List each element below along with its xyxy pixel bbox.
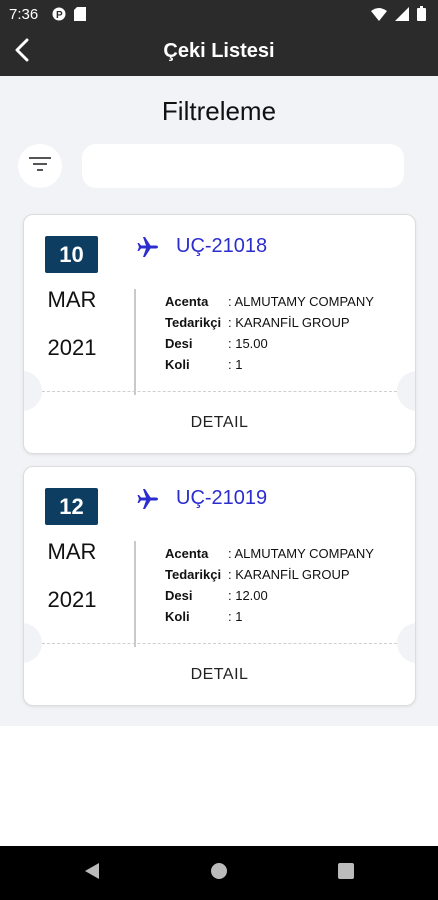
filter-title: Filtreleme [161, 96, 277, 126]
info-value: : 1 [228, 609, 243, 624]
page-title: Çeki Listesi [163, 40, 275, 62]
list-item: 12 MAR 2021 UÇ-21019 Acenta : ALMUTAMY C… [23, 466, 416, 706]
info-value: : KARANFİL GROUP [228, 567, 350, 582]
info-table: Acenta : ALMUTAMY COMPANY Tedarikçi : KA… [165, 543, 374, 627]
info-value: : 12.00 [228, 588, 268, 603]
battery-icon [417, 6, 426, 26]
status-bar: 7:36 P [0, 0, 438, 28]
info-value: : ALMUTAMY COMPANY [228, 294, 374, 309]
filter-icon [29, 156, 51, 177]
wifi-icon [371, 7, 387, 26]
signal-icon [395, 6, 409, 26]
detail-button[interactable]: DETAIL [24, 653, 415, 697]
date-day-badge: 12 [45, 488, 98, 525]
p-badge-icon: P [52, 7, 66, 26]
list-item: 10 MAR 2021 UÇ-21018 Acenta : ALMUTAMY C… [23, 214, 416, 454]
system-nav-bar [0, 846, 438, 900]
info-value: : 1 [228, 357, 243, 372]
info-label: Desi [165, 336, 193, 351]
app-bar: Çeki Listesi [0, 28, 438, 76]
date-day-badge: 10 [45, 236, 98, 273]
info-table: Acenta : ALMUTAMY COMPANY Tedarikçi : KA… [165, 291, 374, 375]
info-label: Koli [165, 609, 190, 624]
divider [134, 289, 136, 395]
nav-home-button[interactable] [209, 862, 229, 885]
shipment-code[interactable]: UÇ-21019 [176, 487, 267, 510]
date-year: 2021 [47, 335, 97, 360]
info-label: Desi [165, 588, 193, 603]
date-year: 2021 [47, 587, 97, 612]
shipment-code[interactable]: UÇ-21018 [176, 235, 267, 258]
airplane-icon [136, 235, 160, 259]
sim-card-icon [74, 7, 86, 26]
search-input[interactable] [82, 144, 404, 188]
airplane-icon [136, 487, 160, 511]
info-label: Acenta [165, 294, 209, 309]
info-label: Tedarikçi [165, 315, 222, 330]
info-row-tedarikci: Tedarikçi : KARANFİL GROUP [165, 312, 374, 333]
info-row-acenta: Acenta : ALMUTAMY COMPANY [165, 291, 374, 312]
info-row-koli: Koli : 1 [165, 354, 374, 375]
nav-back-button[interactable] [82, 862, 102, 885]
nav-recents-button[interactable] [336, 862, 356, 884]
triangle-back-icon [84, 862, 100, 885]
dashed-separator [42, 391, 397, 392]
filter-button[interactable] [18, 144, 62, 188]
info-value: : 15.00 [228, 336, 268, 351]
dashed-separator [42, 643, 397, 644]
circle-home-icon [210, 862, 228, 885]
info-row-desi: Desi : 15.00 [165, 333, 374, 354]
info-value: : ALMUTAMY COMPANY [228, 546, 374, 561]
date-month: MAR [47, 539, 97, 564]
svg-text:P: P [56, 10, 63, 21]
info-label: Koli [165, 357, 190, 372]
status-time: 7:36 [9, 6, 39, 23]
filter-section: Filtreleme [0, 76, 438, 194]
info-row-desi: Desi : 12.00 [165, 585, 374, 606]
info-row-tedarikci: Tedarikçi : KARANFİL GROUP [165, 564, 374, 585]
info-row-acenta: Acenta : ALMUTAMY COMPANY [165, 543, 374, 564]
info-value: : KARANFİL GROUP [228, 315, 350, 330]
date-month: MAR [47, 287, 97, 312]
detail-button[interactable]: DETAIL [24, 401, 415, 445]
packing-list: 10 MAR 2021 UÇ-21018 Acenta : ALMUTAMY C… [0, 194, 438, 726]
divider [134, 541, 136, 647]
info-label: Tedarikçi [165, 567, 222, 582]
info-row-koli: Koli : 1 [165, 606, 374, 627]
square-recents-icon [338, 862, 354, 884]
info-label: Acenta [165, 546, 209, 561]
